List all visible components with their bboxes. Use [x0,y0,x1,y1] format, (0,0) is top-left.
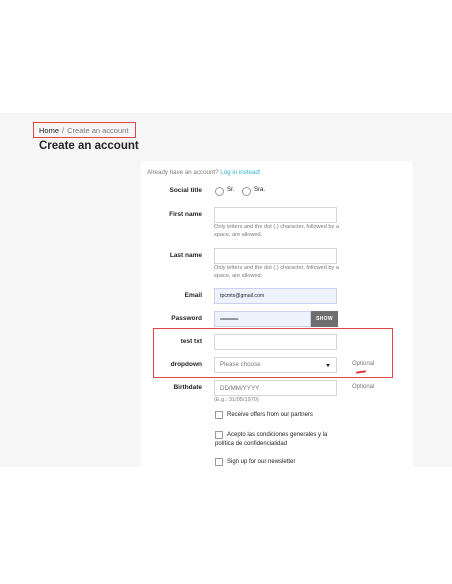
breadcrumb: Home / Create an account [33,122,136,138]
newsletter-label: Sign up for our newsletter [227,459,296,465]
password-label: Password [171,315,202,322]
last-name-input[interactable] [214,248,337,264]
page-title: Create an account [39,140,139,152]
login-instead-link[interactable]: Log in instead! [220,169,260,176]
dropdown-selected-value: Please choose [220,361,261,368]
partner-offers-checkbox[interactable] [215,411,223,419]
email-input[interactable]: tpcmtx@gmail.com [214,288,337,304]
email-label: Email [184,292,202,299]
last-name-help: Only letters and the dot (.) character, … [214,265,339,279]
already-have-account: Already have an account? Log in instead! [147,169,261,176]
social-title-label: Social title [169,187,202,194]
birthdate-label: Birthdate [173,384,202,391]
newsletter-checkbox[interactable] [215,458,223,466]
show-password-button[interactable]: SHOW [311,311,338,327]
birthdate-help: (E.g.: 31/05/1970) [214,397,259,403]
social-title-radio-sr[interactable] [215,187,224,196]
partner-offers-label: Receive offers from our partners [227,412,313,418]
breadcrumb-current: Create an account [67,126,129,135]
dropdown-select[interactable]: Please choose [214,357,337,373]
dropdown-label: dropdown [170,361,202,368]
dropdown-optional: Optional [352,361,375,367]
social-title-option-sra: Sra. [254,187,266,193]
caret-down-icon [326,364,330,367]
already-text: Already have an account? [147,169,219,176]
first-name-input[interactable] [214,207,337,223]
first-name-help: Only letters and the dot (.) character, … [214,224,339,238]
birthdate-input[interactable] [214,380,337,396]
first-name-label: First name [169,211,202,218]
privacy-policy-label: Acepto las condiciones generales y la po… [215,432,328,447]
birthdate-optional: Optional [352,384,375,390]
breadcrumb-home-link[interactable]: Home [39,126,59,135]
last-name-label: Last name [169,252,202,259]
test-txt-input[interactable] [214,334,337,350]
breadcrumb-separator: / [62,126,65,135]
social-title-radio-sra[interactable] [242,187,251,196]
password-input[interactable]: •••••••••••••••••••• [214,311,311,327]
test-txt-label: test txt [180,338,202,345]
social-title-option-sr: Sr. [227,187,235,193]
